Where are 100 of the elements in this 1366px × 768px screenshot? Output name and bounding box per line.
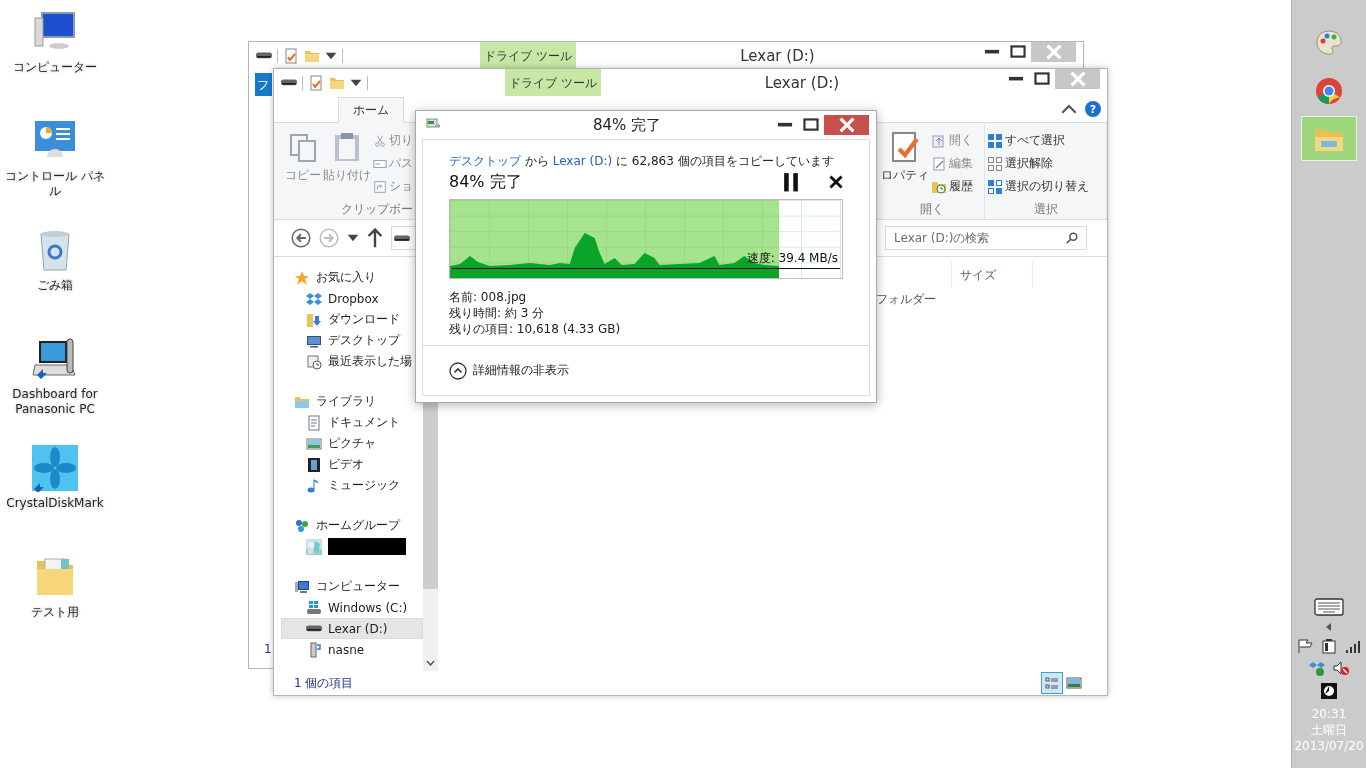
copy-icon	[287, 131, 319, 163]
nav-item[interactable]: nasne	[281, 639, 423, 660]
search-icon	[1065, 231, 1079, 245]
scroll-down-icon[interactable]	[426, 660, 435, 666]
pause-icon	[783, 171, 799, 193]
minimize-icon	[984, 49, 1000, 55]
group-label: クリップボー	[340, 201, 413, 218]
help-button[interactable]: ?	[1085, 101, 1101, 117]
source-link[interactable]: デスクトップ	[449, 154, 521, 168]
ribbon-button[interactable]: すべて選択	[987, 130, 1104, 151]
star-icon	[294, 269, 310, 286]
cancel-button[interactable]	[829, 175, 843, 189]
computer-icon	[294, 578, 310, 595]
download-folder-icon	[306, 311, 322, 328]
document-check-icon	[283, 47, 299, 64]
details-view-icon	[1044, 675, 1060, 691]
desktop-icon-label[interactable]: コンピューター	[2, 60, 108, 75]
context-tab[interactable]: ドライブ ツール	[505, 69, 601, 96]
ribbon-button[interactable]: ロパティ	[881, 127, 929, 201]
drive-icon	[256, 52, 272, 59]
invert-selection-icon	[987, 178, 1003, 195]
expand-tray-icon[interactable]	[1325, 622, 1333, 632]
details-toggle[interactable]: 詳細情報の非表示	[449, 361, 569, 380]
column-header[interactable]: サイズ	[951, 261, 1033, 287]
maximize-icon	[1034, 72, 1050, 86]
scissors-icon	[373, 133, 387, 148]
drive-icon	[306, 625, 322, 632]
signal-icon[interactable]	[1345, 638, 1361, 654]
desktop-icon-label[interactable]: Dashboard for Panasonic PC	[2, 387, 108, 417]
close-icon	[1045, 44, 1062, 60]
flag-icon[interactable]	[1297, 638, 1313, 654]
maximize-icon	[803, 118, 819, 132]
nav-item[interactable]: ドキュメント	[281, 412, 423, 433]
group-label: 選択	[1032, 201, 1059, 218]
nav-item[interactable]: ホームグループ	[281, 515, 423, 536]
back-button[interactable]	[291, 228, 311, 248]
speed-label: 速度: 39.4 MB/s	[746, 250, 838, 267]
battery-icon[interactable]	[1321, 638, 1337, 654]
close-icon	[838, 117, 855, 133]
drive-icon	[281, 79, 297, 86]
drive-icon	[394, 234, 410, 242]
select-none-icon	[987, 155, 1003, 172]
nav-item[interactable]: Windows (C:)	[281, 597, 423, 618]
search-field[interactable]: Lexar (D:)の検索	[885, 226, 1087, 250]
desktop-icon-label[interactable]: ごみ箱	[2, 278, 108, 293]
context-tab[interactable]: ドライブ ツール	[480, 42, 576, 69]
close-icon	[829, 175, 843, 189]
back-icon	[291, 228, 311, 248]
minimize-icon	[777, 122, 793, 128]
dialog-title: 84% 完了	[591, 115, 663, 135]
desktop-icon-label[interactable]: コントロール パネル	[2, 169, 108, 199]
ribbon-tab[interactable]: ホーム	[338, 97, 404, 123]
caret-icon	[325, 51, 337, 60]
window-title: Lexar (D:)	[763, 73, 841, 92]
caret-icon	[347, 234, 359, 242]
caret-icon	[350, 78, 362, 87]
clock-document-icon	[306, 353, 322, 370]
desktop-icon-label[interactable]: CrystalDiskMark	[2, 496, 108, 511]
image-icon	[306, 435, 322, 452]
nav-item[interactable]: Lexar (D:)	[281, 618, 423, 639]
film-icon	[306, 456, 322, 473]
up-icon	[367, 227, 383, 249]
flower-icon[interactable]	[31, 444, 79, 492]
status-text: 1	[264, 642, 272, 656]
destination-link[interactable]: Lexar (D:)	[552, 154, 613, 168]
dial-icon[interactable]	[1320, 682, 1338, 700]
history-dropdown[interactable]	[347, 234, 359, 242]
maximize-icon	[1010, 45, 1026, 59]
shortcut-icon	[373, 179, 387, 194]
pause-button[interactable]	[783, 171, 799, 193]
up-button[interactable]	[367, 227, 383, 249]
detail-text: 残り時間: 約 3 分	[449, 305, 546, 321]
table-cell: フォルダー	[876, 291, 936, 308]
window-title: Lexar (D:)	[739, 46, 816, 65]
close-button[interactable]	[824, 115, 869, 135]
group-label: 開く	[918, 201, 945, 218]
properties-icon	[889, 131, 921, 163]
nav-item[interactable]: ピクチャ	[281, 433, 423, 454]
document-check-icon	[308, 74, 324, 91]
keyboard-icon[interactable]	[1314, 598, 1344, 616]
open-icon	[931, 132, 947, 149]
detail-text: 残りの項目: 10,618 (4.33 GB)	[449, 321, 622, 337]
ribbon-button[interactable]: 選択の切り替え	[987, 176, 1104, 197]
nav-item[interactable]: コンピューター	[281, 576, 423, 597]
ribbon-button[interactable]: 履歴	[931, 176, 973, 197]
status-text: 1 個の項目	[294, 674, 354, 692]
muted-speaker-icon[interactable]	[1333, 660, 1349, 676]
close-icon	[1069, 71, 1086, 87]
file-tab[interactable]: フ	[255, 73, 272, 96]
open-box-icon	[306, 290, 322, 307]
sphere-cluster-icon	[294, 517, 310, 534]
edit-icon	[931, 155, 947, 172]
copy-description: デスクトップ から Lexar (D:) に 62,863 個の項目をコピーしています	[449, 153, 835, 170]
palette-icon	[1314, 27, 1344, 58]
desktop-icon-label[interactable]: テスト用	[2, 605, 108, 620]
nav-item[interactable]: ミュージック	[281, 475, 423, 496]
progress-heading: 84% 完了	[449, 171, 523, 193]
ribbon-button[interactable]: 選択解除	[987, 153, 1104, 174]
nav-item[interactable]: ビデオ	[281, 454, 423, 475]
collapse-icon	[1061, 104, 1077, 114]
